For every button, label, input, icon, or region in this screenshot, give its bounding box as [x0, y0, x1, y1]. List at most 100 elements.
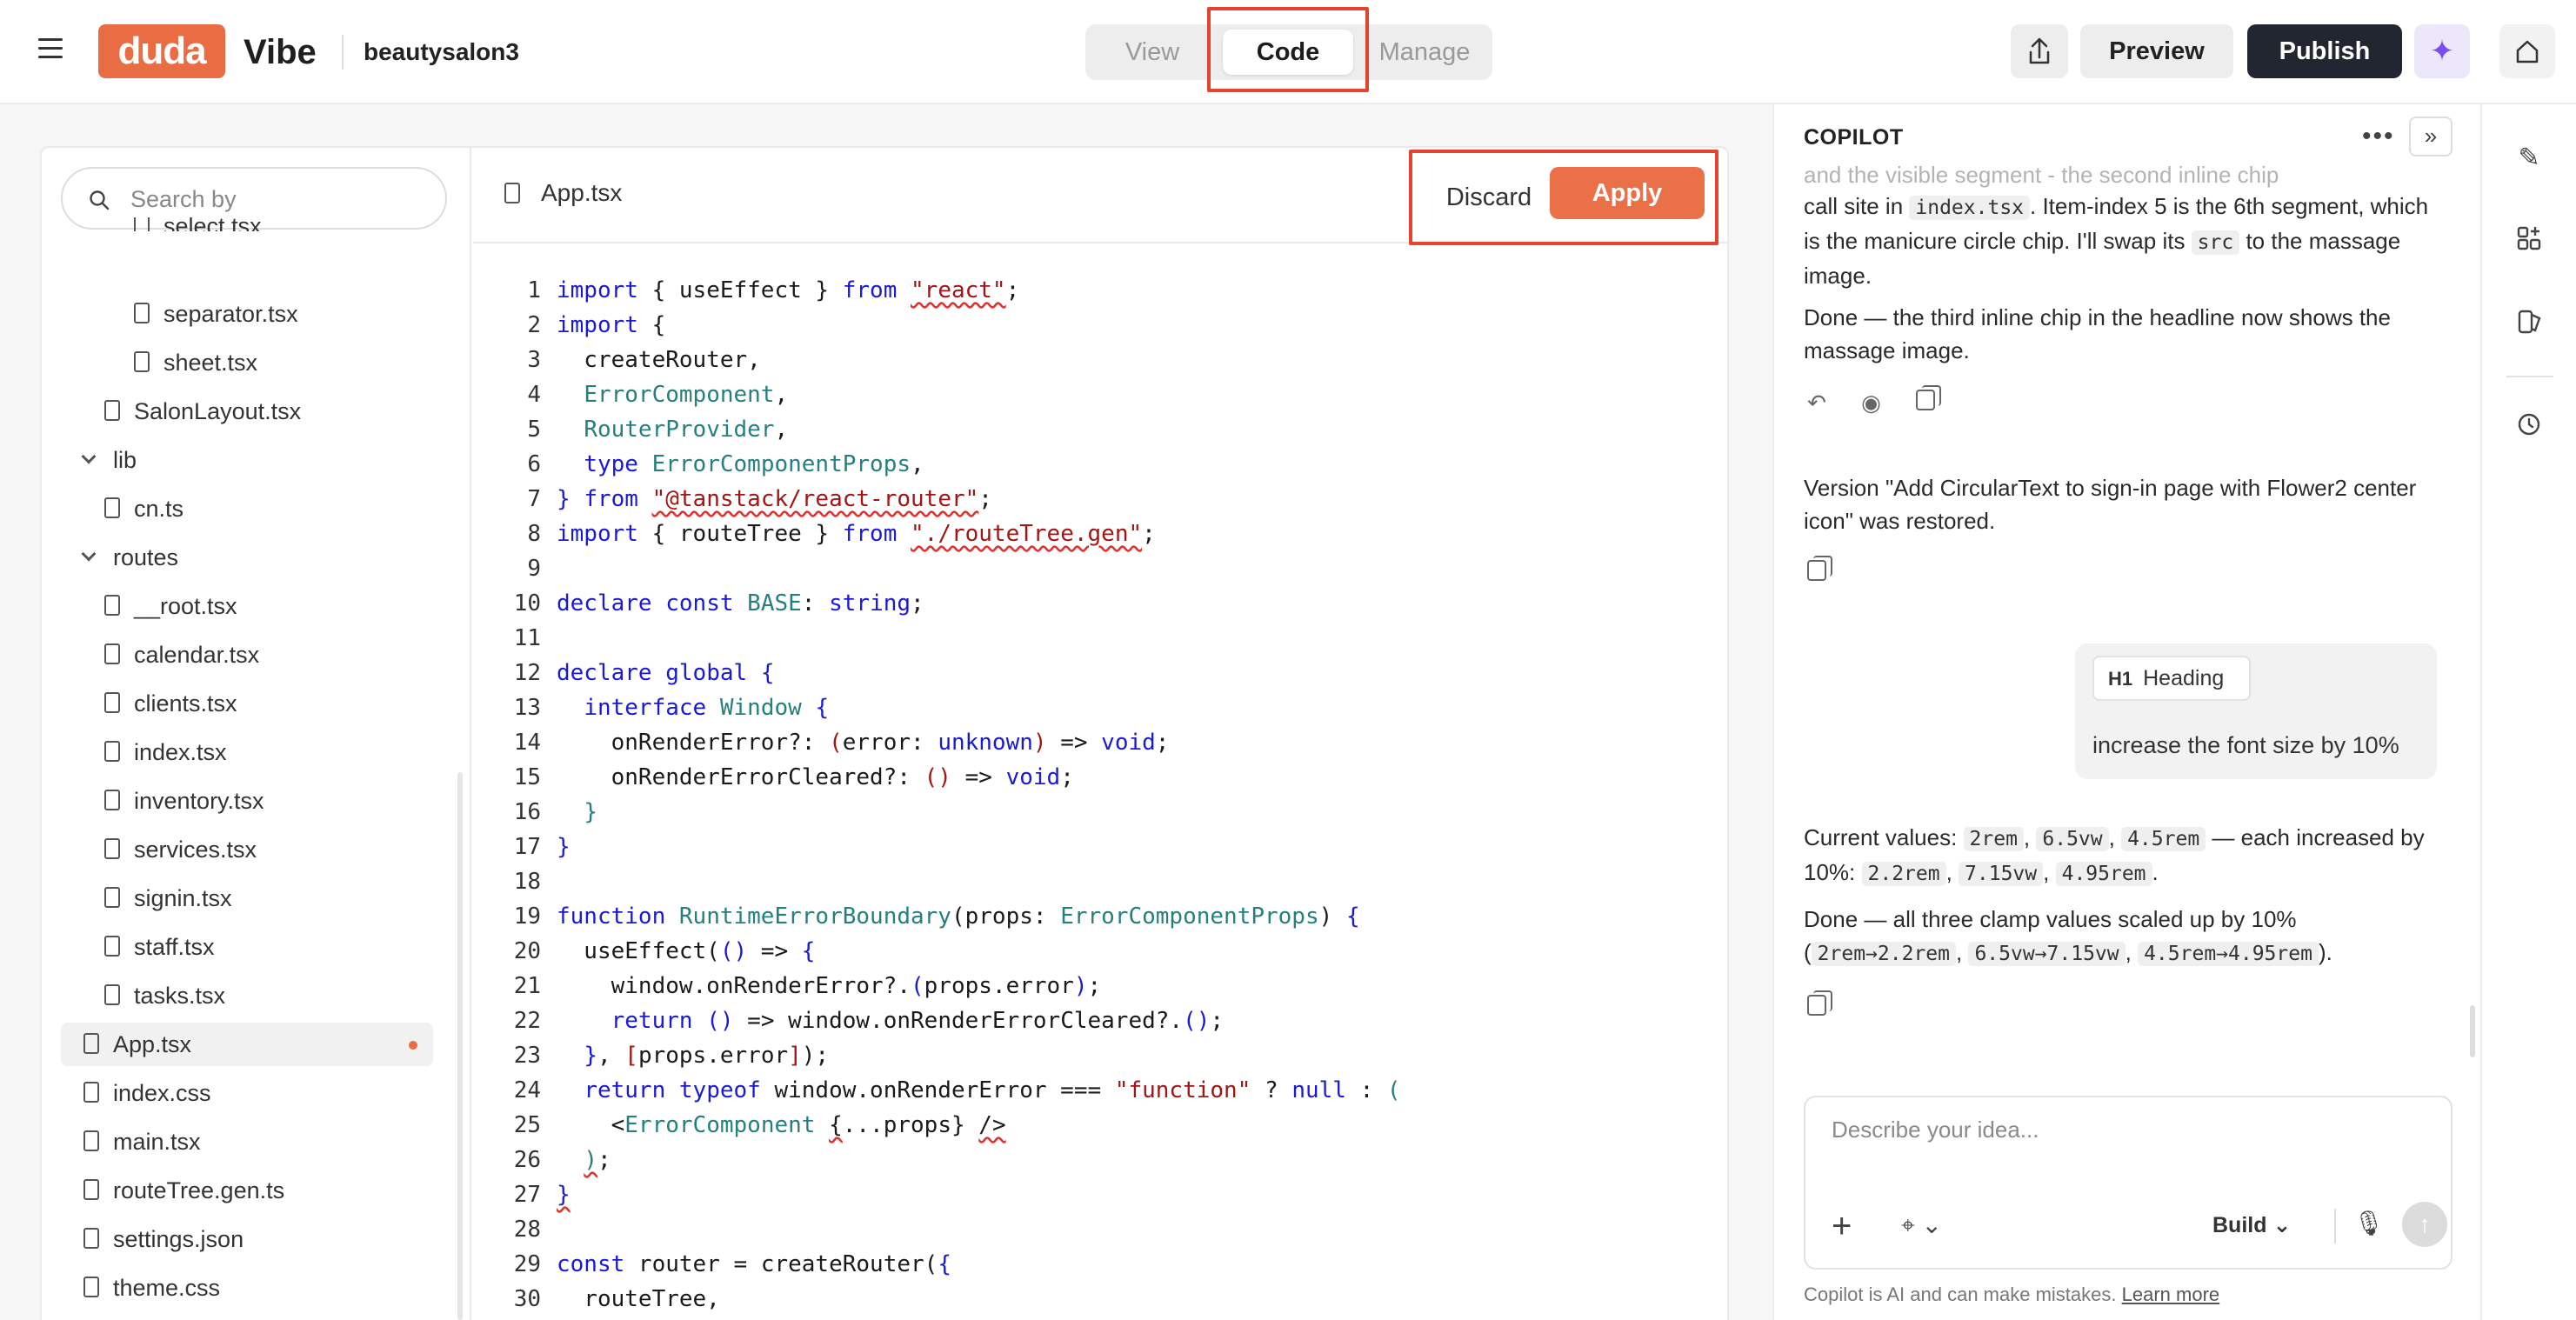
code-token: routeTree,	[557, 1286, 720, 1312]
more-options-icon[interactable]: •••	[2362, 122, 2395, 151]
preview-button[interactable]: Preview	[2080, 24, 2233, 78]
code-token: {	[938, 1251, 951, 1277]
tree-file[interactable]: inventory.tsx	[40, 779, 264, 823]
file-icon	[104, 399, 120, 421]
tree-file[interactable]: services.tsx	[40, 828, 257, 871]
tree-file[interactable]: index.tsx	[40, 730, 227, 774]
apply-highlight	[1409, 150, 1718, 245]
tree-file[interactable]: theme.css	[40, 1266, 220, 1310]
learn-more-link[interactable]: Learn more	[2122, 1283, 2220, 1305]
ai-sparkle-button[interactable]: ✦	[2414, 24, 2470, 78]
tree-item-label: sheet.tsx	[164, 350, 258, 376]
file-icon	[83, 1130, 99, 1151]
eye-icon[interactable]: ◉	[1858, 390, 1884, 416]
tree-file[interactable]: separator.tsx	[40, 292, 298, 336]
code-token: {	[815, 695, 830, 721]
code-token: ;	[597, 1147, 611, 1173]
heading-chip[interactable]: H1 Heading	[2092, 656, 2251, 701]
code-text: onRenderErrorCleared?: () => void;	[557, 760, 1074, 795]
tree-file[interactable]: calendar.tsx	[40, 633, 259, 677]
tree-file[interactable]: SalonLayout.tsx	[40, 390, 301, 433]
message-text: call site in	[1804, 193, 1910, 219]
tree-file[interactable]: select.tsx	[40, 217, 262, 231]
tree-file[interactable]: signin.tsx	[40, 877, 232, 920]
history-icon[interactable]	[2508, 403, 2550, 445]
code-token: ]	[788, 1043, 802, 1069]
tree-file[interactable]: tasks.tsx	[40, 974, 225, 1017]
copy-icon[interactable]	[1804, 556, 1832, 586]
code-line: 20 useEffect(() => {	[473, 934, 1729, 969]
copy-icon[interactable]	[1804, 990, 1832, 1021]
code-line: 24 return typeof window.onRenderError ==…	[473, 1073, 1729, 1108]
code-line: 16 }	[473, 795, 1729, 830]
tree-file[interactable]: clients.tsx	[40, 682, 237, 725]
file-tree-scrollbar[interactable]	[457, 772, 463, 1320]
tree-file[interactable]: routeTree.gen.ts	[40, 1169, 284, 1212]
code-text: }, [props.error]);	[557, 1038, 829, 1073]
tree-file[interactable]: App.tsx	[61, 1023, 433, 1066]
code-token: RuntimeErrorBoundary	[678, 903, 951, 930]
share-button[interactable]	[2011, 24, 2068, 78]
code-line: 12 declare global {	[473, 656, 1729, 690]
code-line: 8 import { routeTree } from "./routeTree.…	[473, 517, 1729, 551]
tree-file[interactable]: main.tsx	[40, 1120, 201, 1163]
line-number: 26	[513, 1147, 541, 1173]
tree-file[interactable]: cn.ts	[40, 487, 184, 530]
tree-file[interactable]: sheet.tsx	[40, 341, 257, 384]
code-token: }	[557, 486, 571, 512]
inline-code: src	[2191, 230, 2240, 255]
tree-folder[interactable]: routes	[40, 536, 178, 579]
line-number: 2	[527, 312, 541, 338]
send-button[interactable]: ↑	[2402, 1202, 2447, 1247]
code-token: "function"	[1114, 1077, 1251, 1103]
open-file-name: App.tsx	[541, 179, 623, 206]
line-number: 1	[527, 277, 541, 303]
mode-label: Build	[2212, 1213, 2267, 1237]
inline-code: 2rem→2.2rem	[1811, 942, 1956, 966]
disclaimer-text: Copilot is AI and can make mistakes.	[1804, 1283, 2117, 1305]
file-search-input[interactable]	[130, 179, 426, 219]
tab-view[interactable]: View	[1096, 30, 1209, 75]
user-message: increase the font size by 10%	[2092, 732, 2399, 758]
pointer-select-icon[interactable]: ⌖ ⌄	[1901, 1210, 1942, 1240]
publish-button[interactable]: Publish	[2247, 24, 2402, 78]
line-number: 27	[513, 1182, 541, 1208]
copilot-scrollbar[interactable]	[2470, 1005, 2475, 1057]
plus-icon[interactable]: +	[1832, 1209, 1852, 1243]
file-icon	[104, 983, 120, 1005]
code-token: )	[1032, 730, 1047, 756]
code-text: type ErrorComponentProps,	[557, 447, 924, 482]
pencil-icon[interactable]: ✎	[2508, 137, 2550, 179]
theme-icon[interactable]	[2508, 301, 2550, 343]
code-line: 5 RouterProvider,	[473, 412, 1729, 447]
copy-icon[interactable]	[1912, 385, 1941, 416]
composer-divider	[2334, 1209, 2336, 1243]
tree-file[interactable]: __root.tsx	[40, 584, 237, 628]
vibe-logo: Vibe	[244, 33, 317, 71]
tree-folder[interactable]: lib	[40, 438, 137, 482]
code-token: window.onRenderError?.	[557, 973, 911, 999]
tree-file[interactable]: staff.tsx	[40, 925, 215, 969]
prompt-input[interactable]	[1832, 1117, 2423, 1160]
collapse-panel-button[interactable]: »	[2409, 117, 2453, 157]
mode-dropdown[interactable]: Build ⌄	[2212, 1212, 2291, 1238]
microphone-icon[interactable]: 🎙	[2353, 1209, 2385, 1237]
home-button[interactable]	[2499, 24, 2555, 78]
undo-icon[interactable]: ↶	[1804, 390, 1830, 416]
code-token: onRenderError?:	[557, 730, 830, 756]
tree-file[interactable]: index.css	[40, 1071, 211, 1115]
chevrons-right-icon: »	[2424, 123, 2438, 149]
message-actions: ↶ ◉	[1804, 385, 1963, 424]
code-editor[interactable]: 1 import { useEffect } from "react"; 2 impo…	[473, 273, 1729, 1320]
code-token: [	[624, 1043, 638, 1069]
widgets-icon[interactable]	[2508, 217, 2550, 259]
hamburger-icon[interactable]	[38, 38, 63, 59]
code-token: {	[1345, 903, 1360, 930]
tree-file[interactable]: settings.json	[40, 1217, 244, 1261]
